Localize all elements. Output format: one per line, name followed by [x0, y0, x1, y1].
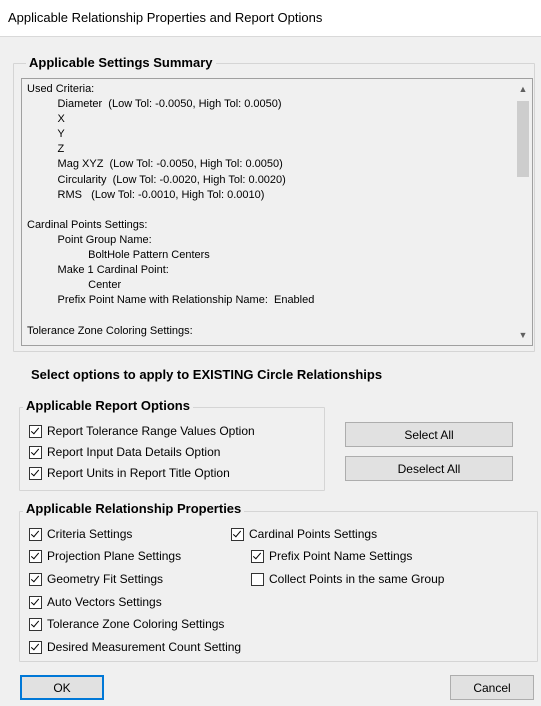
- report-units-title-checkbox[interactable]: Report Units in Report Title Option: [29, 466, 230, 480]
- checkbox-box[interactable]: [251, 572, 264, 586]
- checkbox-box[interactable]: [29, 527, 42, 541]
- checkbox-label: Auto Vectors Settings: [47, 595, 162, 609]
- criteria-settings-checkbox[interactable]: Criteria Settings: [29, 527, 132, 541]
- checkbox-label: Report Input Data Details Option: [47, 445, 221, 459]
- window-title: Applicable Relationship Properties and R…: [8, 10, 323, 25]
- checkbox-box[interactable]: [29, 424, 42, 438]
- checkbox-box[interactable]: [251, 549, 264, 563]
- existing-relationships-heading: Select options to apply to EXISTING Circ…: [31, 367, 383, 382]
- checkbox-label: Desired Measurement Count Setting: [47, 640, 242, 654]
- checkbox-box[interactable]: [29, 617, 42, 631]
- scroll-up-icon[interactable]: ▲: [514, 81, 532, 98]
- checkbox-label: Report Units in Report Title Option: [47, 466, 230, 480]
- scroll-thumb[interactable]: [517, 101, 529, 177]
- checkbox-box[interactable]: [29, 595, 42, 609]
- checkbox-label: Report Tolerance Range Values Option: [47, 424, 255, 438]
- checkbox-label: Collect Points in the same Group: [269, 572, 445, 586]
- select-all-button[interactable]: Select All: [345, 422, 513, 447]
- checkbox-box[interactable]: [29, 466, 42, 480]
- settings-summary-text: Used Criteria: Diameter (Low Tol: -0.005…: [27, 83, 315, 337]
- geometry-fit-checkbox[interactable]: Geometry Fit Settings: [29, 572, 163, 586]
- report-tolerance-range-checkbox[interactable]: Report Tolerance Range Values Option: [29, 424, 255, 438]
- summary-scrollbar[interactable]: ▲ ▼: [514, 79, 532, 345]
- checkbox-label: Prefix Point Name Settings: [269, 549, 413, 563]
- settings-summary-textbox[interactable]: Used Criteria: Diameter (Low Tol: -0.005…: [21, 78, 533, 346]
- relationship-properties-legend: Applicable Relationship Properties: [23, 501, 245, 516]
- checkbox-label: Cardinal Points Settings: [249, 527, 378, 541]
- auto-vectors-checkbox[interactable]: Auto Vectors Settings: [29, 595, 162, 609]
- scroll-down-icon[interactable]: ▼: [514, 327, 532, 344]
- cardinal-points-checkbox[interactable]: Cardinal Points Settings: [231, 527, 377, 541]
- title-bar: Applicable Relationship Properties and R…: [0, 0, 541, 37]
- checkbox-label: Tolerance Zone Coloring Settings: [47, 617, 225, 631]
- measurement-count-checkbox[interactable]: Desired Measurement Count Setting: [29, 640, 241, 654]
- projection-plane-checkbox[interactable]: Projection Plane Settings: [29, 549, 181, 563]
- checkbox-label: Criteria Settings: [47, 527, 133, 541]
- ok-button[interactable]: OK: [20, 675, 104, 700]
- checkbox-label: Projection Plane Settings: [47, 549, 182, 563]
- cancel-button[interactable]: Cancel: [450, 675, 534, 700]
- checkbox-box[interactable]: [29, 572, 42, 586]
- report-input-data-checkbox[interactable]: Report Input Data Details Option: [29, 445, 220, 459]
- prefix-point-name-checkbox[interactable]: Prefix Point Name Settings: [251, 549, 412, 563]
- checkbox-box[interactable]: [29, 549, 42, 563]
- report-options-legend: Applicable Report Options: [23, 398, 193, 413]
- collect-points-group-checkbox[interactable]: Collect Points in the same Group: [251, 572, 444, 586]
- settings-summary-legend: Applicable Settings Summary: [26, 55, 216, 70]
- checkbox-box[interactable]: [29, 445, 42, 459]
- deselect-all-button[interactable]: Deselect All: [345, 456, 513, 481]
- checkbox-box[interactable]: [231, 527, 244, 541]
- tolerance-zone-coloring-checkbox[interactable]: Tolerance Zone Coloring Settings: [29, 617, 224, 631]
- checkbox-box[interactable]: [29, 640, 42, 654]
- checkbox-label: Geometry Fit Settings: [47, 572, 164, 586]
